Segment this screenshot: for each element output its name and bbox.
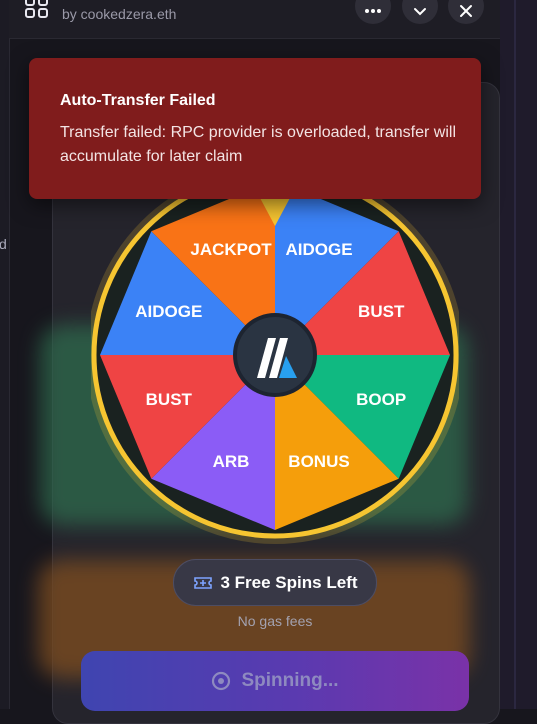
no-gas-fees-text: No gas fees [237, 613, 313, 629]
wheel-segment-label: JACKPOT [190, 240, 272, 259]
free-spins-badge: 3 Free Spins Left [173, 559, 377, 606]
close-icon [460, 5, 472, 17]
more-horizontal-icon [365, 9, 381, 13]
grid-apps-icon[interactable] [25, 0, 49, 20]
ticket-icon [193, 576, 212, 589]
collapse-button[interactable] [402, 0, 438, 24]
chevron-down-icon [414, 8, 426, 16]
spin-button-label: Spinning... [241, 670, 339, 691]
spin-button[interactable]: Spinning... [81, 651, 469, 711]
free-spins-text: 3 Free Spins Left [220, 572, 358, 592]
wheel-segment-label: AIDOGE [135, 302, 202, 321]
wheel-segment-label: BUST [146, 390, 193, 409]
toast-title: Auto-Transfer Failed [60, 92, 216, 109]
app-header: by cookedzera.eth [9, 0, 500, 39]
wheel-segment-label: BUST [358, 302, 405, 321]
right-sidebar [500, 0, 537, 709]
left-sidebar: d [0, 0, 10, 709]
app-author: by cookedzera.eth [62, 6, 177, 22]
more-options-button[interactable] [355, 0, 391, 24]
wheel-segment-label: BOOP [356, 390, 406, 409]
wheel-segment-label: ARB [213, 452, 250, 471]
toast-message: Transfer failed: RPC provider is overloa… [60, 124, 457, 165]
close-button[interactable] [448, 0, 484, 24]
sidebar-partial-text: d [0, 236, 7, 252]
prize-wheel: AIDOGE BUST BOOP BONUS ARB BUST AIDOGE JACKPOT [91, 170, 459, 544]
right-divider [514, 0, 516, 709]
wheel-segment-label: AIDOGE [285, 240, 352, 259]
error-toast[interactable]: Auto-Transfer Failed Transfer failed: RP… [29, 58, 481, 199]
spinner-icon [212, 671, 231, 691]
wheel-hub [233, 313, 317, 397]
wheel-segment-label: BONUS [288, 452, 349, 471]
